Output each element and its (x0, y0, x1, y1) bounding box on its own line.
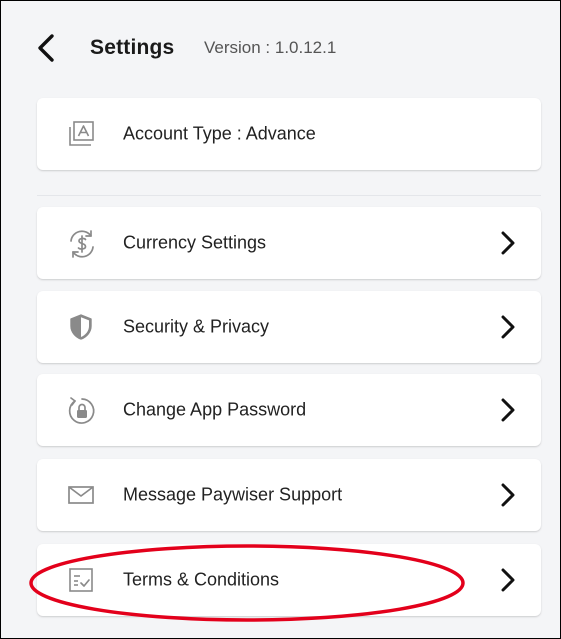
security-privacy-label: Security & Privacy (123, 316, 270, 337)
currency-settings-item[interactable]: Currency Settings (37, 207, 541, 279)
envelope-icon (66, 480, 96, 510)
version-text: Version : 1.0.12.1 (204, 38, 337, 57)
account-type-icon (66, 119, 96, 149)
page-title: Settings (90, 36, 175, 59)
chevron-right-icon (501, 483, 515, 507)
chevron-right-icon (501, 231, 515, 255)
chevron-right-icon (501, 568, 515, 592)
terms-conditions-label: Terms & Conditions (123, 569, 280, 590)
shield-icon (66, 312, 96, 342)
chevron-left-icon (38, 34, 54, 62)
currency-settings-icon (66, 228, 96, 258)
chevron-right-icon (501, 398, 515, 422)
change-app-password-item[interactable]: Change App Password (37, 374, 541, 446)
message-support-label: Message Paywiser Support (123, 484, 343, 505)
lock-rotate-icon (66, 395, 96, 425)
header: Settings Version : 1.0.12.1 (1, 1, 560, 97)
message-support-item[interactable]: Message Paywiser Support (37, 459, 541, 531)
change-app-password-label: Change App Password (123, 399, 307, 420)
settings-screen: Settings Version : 1.0.12.1 Account Type… (0, 0, 561, 639)
back-button[interactable] (31, 31, 65, 65)
currency-settings-label: Currency Settings (123, 232, 267, 253)
terms-checklist-icon (66, 565, 96, 595)
terms-conditions-item[interactable]: Terms & Conditions (37, 544, 541, 616)
security-privacy-item[interactable]: Security & Privacy (37, 291, 541, 363)
account-type-label: Account Type : Advance (123, 123, 316, 144)
divider (37, 195, 541, 196)
account-type-card: Account Type : Advance (37, 98, 541, 170)
chevron-right-icon (501, 315, 515, 339)
